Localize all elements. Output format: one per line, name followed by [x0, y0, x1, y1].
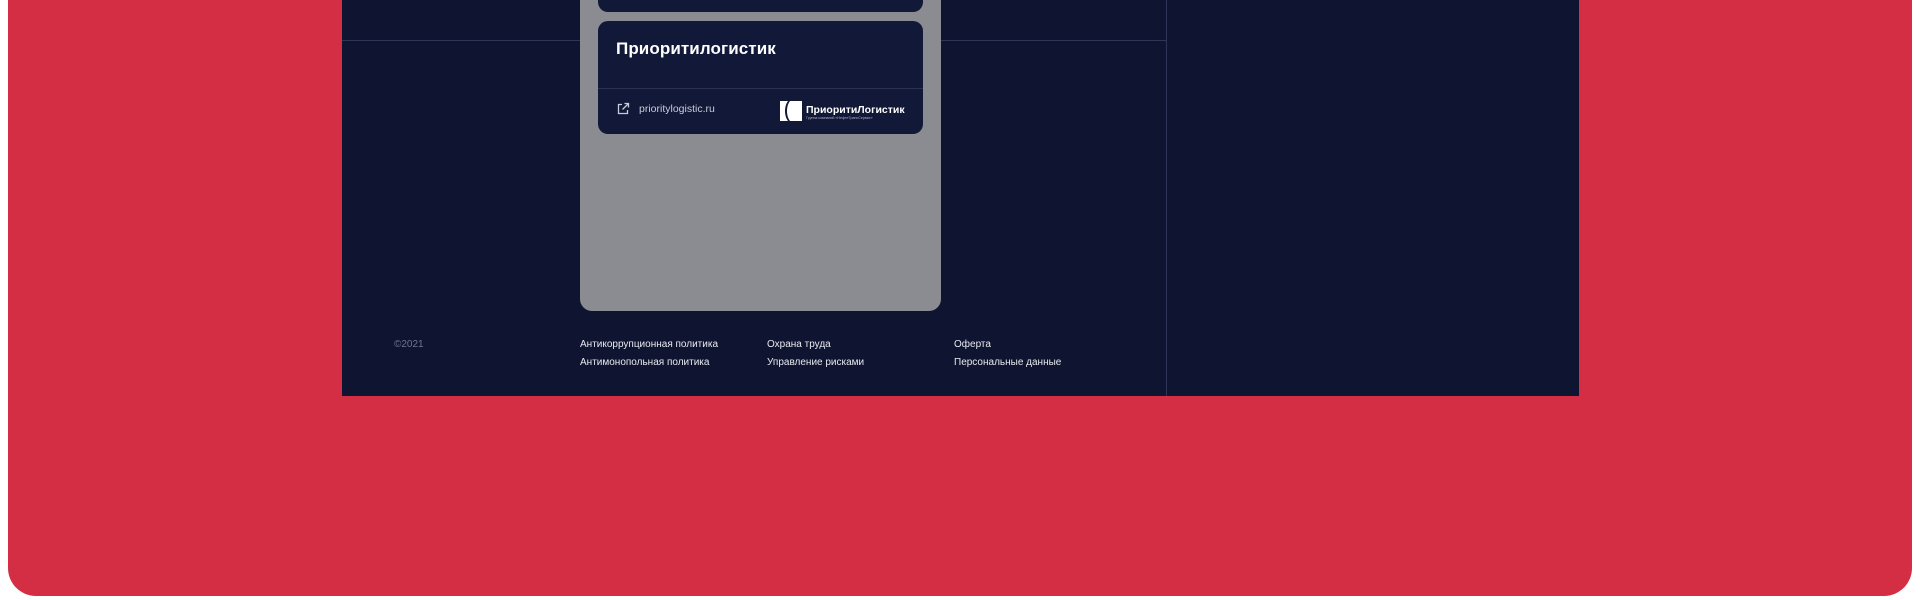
footer-link-anticorruption[interactable]: Антикоррупционная политика [580, 339, 718, 350]
partner-card: Приоритилогистик prioritylogistic.ru При… [598, 21, 923, 134]
partner-logo: ПриоритиЛогистик Группа компаний «НефтеТ… [780, 99, 906, 128]
copyright: ©2021 [394, 339, 424, 350]
footer-link-labor-safety[interactable]: Охрана труда [767, 339, 831, 350]
footer-link-risk-management[interactable]: Управление рисками [767, 357, 864, 368]
logo-subtitle: Группа компаний «НефтеТрансСервис» [806, 116, 873, 121]
partner-website-link[interactable]: prioritylogistic.ru [616, 101, 715, 117]
vertical-divider [1166, 0, 1167, 396]
footer-link-antimonopoly[interactable]: Антимонопольная политика [580, 357, 709, 368]
logo-mark-icon [780, 99, 802, 128]
partner-website-text: prioritylogistic.ru [639, 103, 715, 115]
footer-section [342, 0, 1579, 396]
external-link-icon [616, 102, 630, 116]
card-divider [598, 88, 923, 89]
partner-card-title: Приоритилогистик [616, 39, 776, 58]
footer-link-personal-data[interactable]: Персональные данные [954, 357, 1061, 368]
logo-name: ПриоритиЛогистик [806, 103, 905, 116]
previous-partner-card [598, 0, 923, 12]
footer-link-offer[interactable]: Оферта [954, 339, 991, 350]
